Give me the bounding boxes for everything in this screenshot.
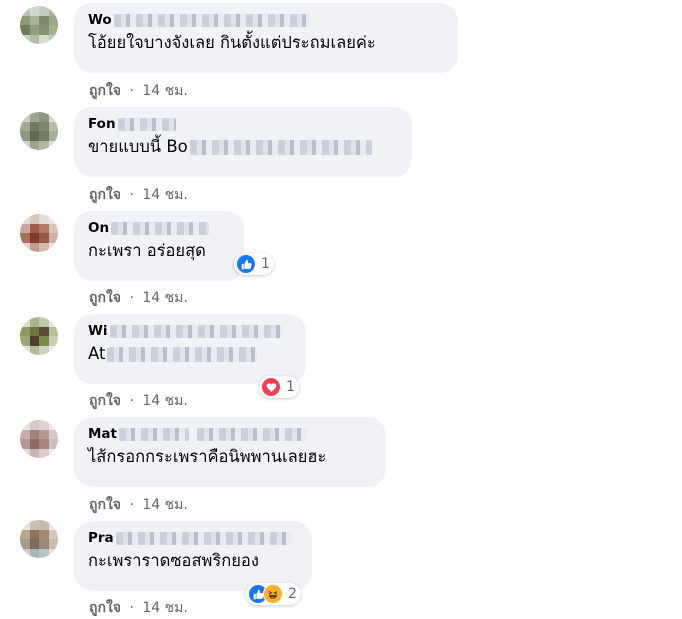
haha-icon <box>263 584 283 604</box>
author-name[interactable]: On <box>88 219 109 237</box>
like-button[interactable]: ถูกใจ <box>89 497 121 513</box>
love-icon <box>261 377 281 397</box>
comment-author[interactable]: Mat <box>88 425 374 443</box>
redacted-name <box>109 324 282 338</box>
reaction-summary[interactable]: 1 <box>259 376 299 398</box>
comment-actions: ถูกใจ · 14 ชม. <box>89 392 188 410</box>
author-name[interactable]: Wo <box>88 11 112 29</box>
comment-timestamp[interactable]: 14 ชม. <box>142 393 187 409</box>
comment-text: กะเพราราดซอสพริกยอง <box>88 551 259 570</box>
comment-text: ขายแบบนี้ Bo <box>88 135 400 159</box>
comment-actions: ถูกใจ · 14 ชม. <box>89 82 188 100</box>
separator-dot: · <box>129 600 134 616</box>
separator-dot: · <box>129 393 134 409</box>
comment-timestamp[interactable]: 14 ชม. <box>142 187 187 203</box>
reaction-summary[interactable]: 1 <box>234 253 274 275</box>
author-name[interactable]: Mat <box>88 425 117 443</box>
avatar[interactable] <box>20 6 58 44</box>
reaction-count: 1 <box>261 256 270 272</box>
separator-dot: · <box>129 290 134 306</box>
comment-timestamp[interactable]: 14 ชม. <box>142 83 187 99</box>
comment-text-visible: At <box>88 344 106 363</box>
separator-dot: · <box>129 83 134 99</box>
author-name[interactable]: Fon <box>88 115 116 133</box>
redacted-name <box>197 427 307 441</box>
comment-bubble: Fon ขายแบบนี้ Bo <box>74 107 412 177</box>
author-name[interactable]: Pra <box>88 529 114 547</box>
redacted-name <box>117 117 176 131</box>
like-button[interactable]: ถูกใจ <box>89 187 121 203</box>
avatar[interactable] <box>20 317 58 355</box>
like-button[interactable]: ถูกใจ <box>89 290 121 306</box>
comment-author[interactable]: Fon <box>88 115 400 133</box>
comment-text: ไส้กรอกกระเพราคือนิพพานเลยฮะ <box>88 447 327 466</box>
redacted-name <box>113 13 310 27</box>
like-button[interactable]: ถูกใจ <box>89 600 121 616</box>
comment-actions: ถูกใจ · 14 ชม. <box>89 599 188 617</box>
like-button[interactable]: ถูกใจ <box>89 393 121 409</box>
reaction-summary[interactable]: 2 <box>246 583 301 605</box>
comment-actions: ถูกใจ · 14 ชม. <box>89 496 188 514</box>
avatar[interactable] <box>20 420 58 458</box>
reaction-count: 2 <box>288 586 297 602</box>
avatar[interactable] <box>20 520 58 558</box>
comment-actions: ถูกใจ · 14 ชม. <box>89 289 188 307</box>
comment-author[interactable]: Wo <box>88 11 446 29</box>
author-name[interactable]: Wi <box>88 322 108 340</box>
redacted-text <box>107 346 258 362</box>
avatar[interactable] <box>20 214 58 252</box>
comment-author[interactable]: On <box>88 219 232 237</box>
redacted-name <box>115 531 292 545</box>
comment-bubble: Wi At <box>74 314 306 384</box>
reaction-count: 1 <box>286 379 295 395</box>
like-button[interactable]: ถูกใจ <box>89 83 121 99</box>
comment-bubble: Mat ไส้กรอกกระเพราคือนิพพานเลยฮะ <box>74 417 386 487</box>
comment-text: โอ้ยยใจบางจังเลย กินตั้งแต่ประถมเลยค่ะ <box>88 33 376 52</box>
comment-timestamp[interactable]: 14 ชม. <box>142 600 187 616</box>
separator-dot: · <box>129 497 134 513</box>
comment-author[interactable]: Pra <box>88 529 300 547</box>
redacted-text <box>189 139 372 155</box>
comment-bubble: Wo โอ้ยยใจบางจังเลย กินตั้งแต่ประถมเลยค่… <box>74 3 458 73</box>
comment-text-visible: ขายแบบนี้ Bo <box>88 137 188 156</box>
comment-text: กะเพรา อร่อยสุด <box>88 241 206 260</box>
separator-dot: · <box>129 187 134 203</box>
comment-bubble: On กะเพรา อร่อยสุด <box>74 211 244 281</box>
comment-timestamp[interactable]: 14 ชม. <box>142 290 187 306</box>
comment-timestamp[interactable]: 14 ชม. <box>142 497 187 513</box>
redacted-name <box>119 427 189 441</box>
like-icon <box>236 254 256 274</box>
comment-text: At <box>88 342 294 366</box>
comment-bubble: Pra กะเพราราดซอสพริกยอง <box>74 521 312 591</box>
redacted-name <box>111 221 210 235</box>
comment-author[interactable]: Wi <box>88 322 294 340</box>
comment-actions: ถูกใจ · 14 ชม. <box>89 186 188 204</box>
avatar[interactable] <box>20 112 58 150</box>
